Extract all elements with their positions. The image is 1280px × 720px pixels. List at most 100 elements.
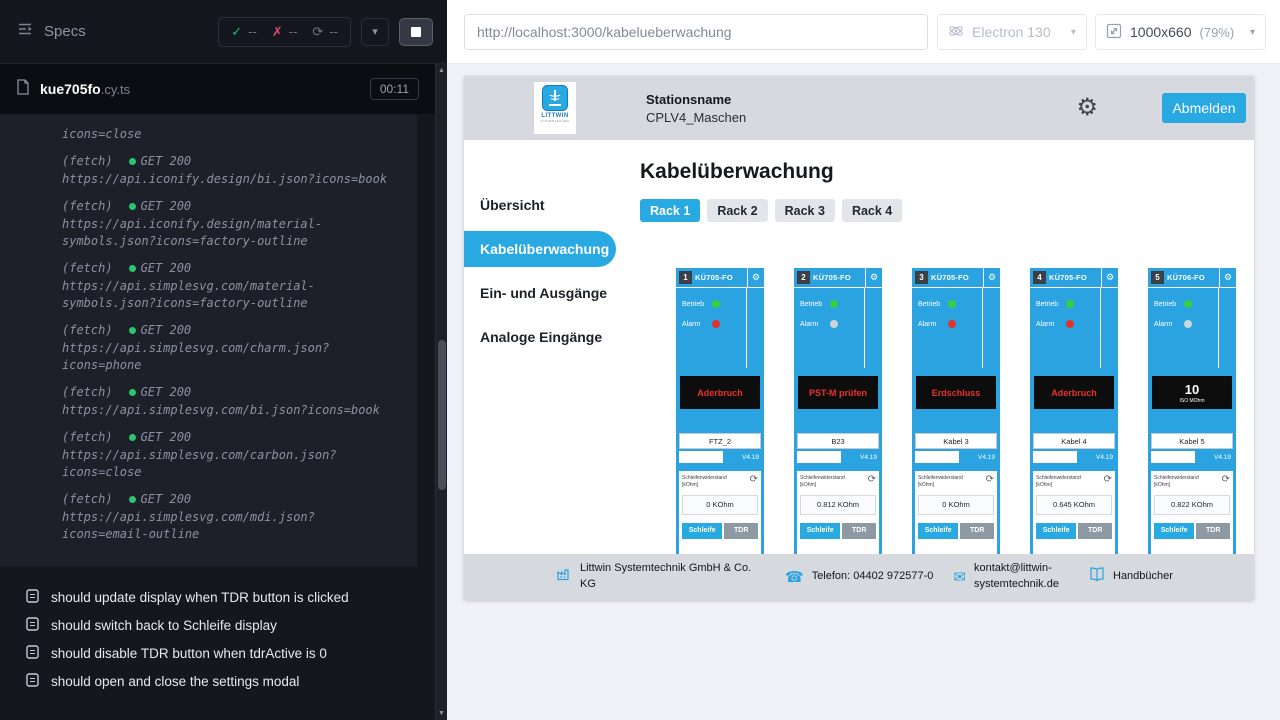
test-row[interactable]: should update display when TDR button is… <box>26 583 431 611</box>
tdr-button[interactable]: TDR <box>842 523 876 539</box>
viewport-zoom: (79%) <box>1200 25 1235 40</box>
tdr-button[interactable]: TDR <box>1078 523 1112 539</box>
scroll-down-icon[interactable]: ▼ <box>436 710 447 717</box>
fetch-log-entry[interactable]: (fetch) GET 200 https://api.iconify.desi… <box>62 153 399 188</box>
device-grid: 1 KÜ705-FO ⚙ Betrieb Alarm Aderbru <box>676 268 1254 598</box>
schleife-button[interactable]: Schleife <box>1036 523 1076 539</box>
refresh-icon[interactable]: ⟳ <box>1222 475 1230 485</box>
device-name-field: Kabel 5 <box>1151 433 1233 449</box>
status-text: Aderbruch <box>1051 388 1097 398</box>
runner-scrollbar[interactable]: ▲ ▼ <box>435 64 447 720</box>
fetch-label: (fetch) <box>62 153 113 170</box>
app-preview: LITTWIN SYSTEMTECHNIK Stationsname CPLV4… <box>464 76 1254 600</box>
device-gear-icon[interactable]: ⚙ <box>865 268 882 287</box>
firmware-version: V4.19 <box>1096 454 1115 461</box>
success-dot-icon <box>129 389 136 396</box>
schleife-button[interactable]: Schleife <box>682 523 722 539</box>
alarm-led <box>712 320 720 328</box>
schleife-button[interactable]: Schleife <box>800 523 840 539</box>
fetch-log-entry[interactable]: (fetch) GET 200 https://api.simplesvg.co… <box>62 429 399 481</box>
device-gear-icon[interactable]: ⚙ <box>983 268 1000 287</box>
request-url: https://api.simplesvg.com/mdi.json?icons… <box>62 509 392 543</box>
logout-button[interactable]: Abmelden <box>1162 93 1246 123</box>
measurement-label: Schleifenwiderstand [kOhm] <box>1154 475 1212 489</box>
status-code: GET 200 <box>129 198 192 215</box>
nav-item-label: Analoge Eingänge <box>480 329 602 345</box>
betrieb-label: Betrieb <box>1154 301 1184 308</box>
status-text: Aderbruch <box>697 388 743 398</box>
success-dot-icon <box>129 265 136 272</box>
browser-selector[interactable]: Electron 130 ▾ <box>937 14 1087 50</box>
scrollbar-thumb[interactable] <box>438 340 446 490</box>
device-gear-icon[interactable]: ⚙ <box>1101 268 1118 287</box>
footer-email: ✉ kontakt@littwin-systemtechnik.de <box>953 561 1069 593</box>
device-model: KÜ705-FO <box>813 273 865 282</box>
settings-gear-icon[interactable]: ⚙ <box>1076 96 1098 120</box>
spec-file-row[interactable]: kue705fo.cy.ts 00:11 <box>0 64 435 114</box>
fetch-log-entry[interactable]: (fetch) GET 200 https://api.simplesvg.co… <box>62 384 399 419</box>
browser-toolbar: Electron 130 ▾ 1000x660 (79%) ▾ <box>447 0 1280 64</box>
fetch-log-entry[interactable]: (fetch) GET 200 https://api.simplesvg.co… <box>62 322 399 374</box>
refresh-icon[interactable]: ⟳ <box>986 475 994 485</box>
alarm-led <box>830 320 838 328</box>
sidebar-nav-item[interactable]: Kabelüberwachung <box>464 231 616 267</box>
tdr-button[interactable]: TDR <box>724 523 758 539</box>
rack-tab[interactable]: Rack 3 <box>775 199 835 222</box>
scroll-up-icon[interactable]: ▲ <box>436 67 447 74</box>
spec-file-icon <box>16 79 30 100</box>
test-row[interactable]: should switch back to Schleife display <box>26 611 431 639</box>
measurement-value: 0 KOhm <box>918 495 994 515</box>
sidebar-nav-item[interactable]: Übersicht <box>464 183 634 227</box>
specs-list-icon[interactable] <box>16 20 34 43</box>
sidebar-nav-item[interactable]: Ein- und Ausgänge <box>464 271 634 315</box>
collapse-button[interactable]: ▾ <box>361 18 389 46</box>
status-code: GET 200 <box>129 322 192 339</box>
schleife-button[interactable]: Schleife <box>1154 523 1194 539</box>
alarm-led <box>948 320 956 328</box>
card-divider <box>982 288 983 368</box>
device-card: 2 KÜ705-FO ⚙ Betrieb Alarm PST-M p <box>794 268 882 598</box>
screen: Specs ✓-- ✗-- ⟳-- ▾ kue705fo.cy.ts 00:11… <box>0 0 1280 720</box>
manuals-link[interactable]: Handbücher <box>1113 569 1173 585</box>
rack-tab[interactable]: Rack 1 <box>640 199 700 222</box>
tdr-button[interactable]: TDR <box>960 523 994 539</box>
viewport-selector[interactable]: 1000x660 (79%) ▾ <box>1095 14 1266 50</box>
fetch-label: (fetch) <box>62 429 113 446</box>
status-code: GET 200 <box>129 260 192 277</box>
url-input[interactable] <box>464 14 928 50</box>
spec-timer: 00:11 <box>370 78 419 100</box>
device-gear-icon[interactable]: ⚙ <box>747 268 764 287</box>
device-status-display: 10 ISO MOhm <box>1152 376 1232 409</box>
fetch-label: (fetch) <box>62 260 113 277</box>
schleife-button[interactable]: Schleife <box>918 523 958 539</box>
status-text: Erdschluss <box>932 388 981 398</box>
device-card: 3 KÜ705-FO ⚙ Betrieb Alarm Erdschl <box>912 268 1000 598</box>
test-row[interactable]: should disable TDR button when tdrActive… <box>26 639 431 667</box>
stop-button[interactable] <box>399 18 433 46</box>
chevron-down-icon: ▾ <box>1071 27 1076 38</box>
tdr-button[interactable]: TDR <box>1196 523 1230 539</box>
rack-tab[interactable]: Rack 4 <box>842 199 902 222</box>
fetch-log-entry[interactable]: (fetch) GET 200 https://api.simplesvg.co… <box>62 491 399 543</box>
card-divider <box>864 288 865 368</box>
device-number-badge: 2 <box>797 271 810 284</box>
command-log: icons=close (fetch) GET 200 https://api.… <box>0 114 417 567</box>
fetch-log-list: (fetch) GET 200 https://api.iconify.desi… <box>62 153 399 543</box>
measurement-value: 0.822 KOhm <box>1154 495 1230 515</box>
success-dot-icon <box>129 496 136 503</box>
nav-item-label: Ein- und Ausgänge <box>480 285 607 301</box>
measurement-value: 0.812 KOhm <box>800 495 876 515</box>
rack-tab[interactable]: Rack 2 <box>707 199 767 222</box>
test-row[interactable]: should open and close the settings modal <box>26 667 431 695</box>
refresh-icon[interactable]: ⟳ <box>1104 475 1112 485</box>
rack-tabs: Rack 1 Rack 2 Rack 3 Rack 4 <box>640 199 1254 222</box>
fetch-log-entry[interactable]: (fetch) GET 200 https://api.iconify.desi… <box>62 198 399 250</box>
device-gear-icon[interactable]: ⚙ <box>1219 268 1236 287</box>
specs-label: Specs <box>44 23 86 40</box>
email-address[interactable]: kontakt@littwin-systemtechnik.de <box>974 561 1069 593</box>
fetch-log-entry[interactable]: (fetch) GET 200 https://api.simplesvg.co… <box>62 260 399 312</box>
request-url: https://api.simplesvg.com/bi.json?icons=… <box>62 402 392 419</box>
refresh-icon[interactable]: ⟳ <box>868 475 876 485</box>
sidebar-nav-item[interactable]: Analoge Eingänge <box>464 315 634 359</box>
refresh-icon[interactable]: ⟳ <box>750 475 758 485</box>
